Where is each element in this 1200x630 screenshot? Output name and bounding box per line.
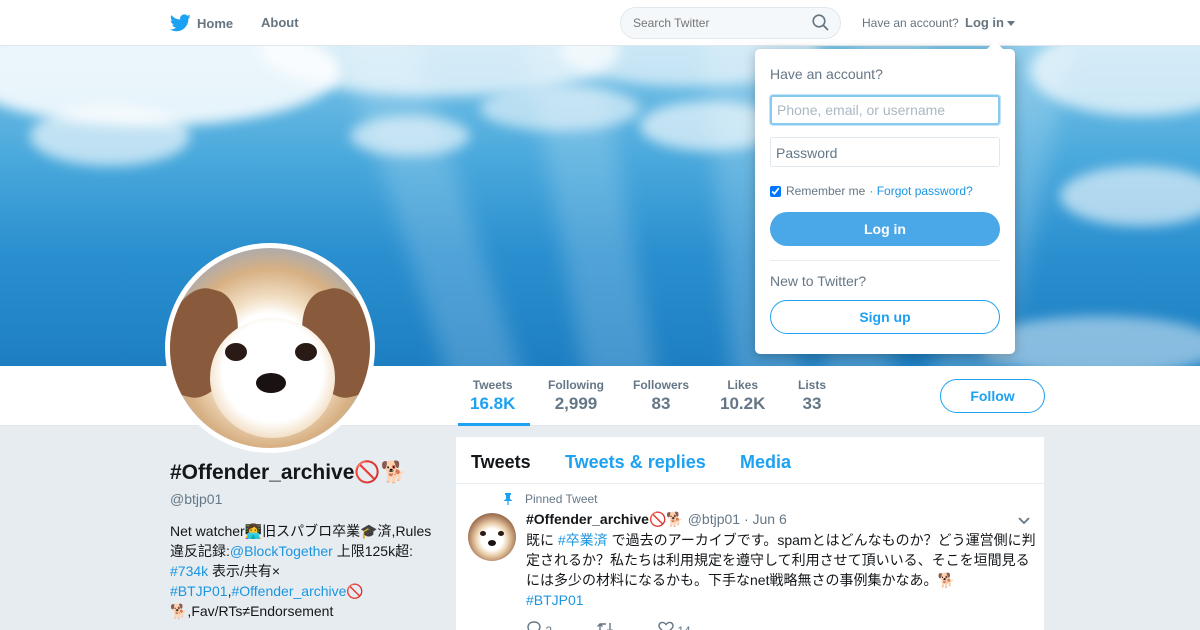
profile-name[interactable]: #Offender_archive🚫🐕 xyxy=(170,461,407,485)
home-link[interactable]: Home xyxy=(170,12,233,34)
about-link[interactable]: About xyxy=(261,15,299,30)
login-dropdown: Have an account? Password Remember me · … xyxy=(755,41,1015,354)
like-icon xyxy=(658,621,674,630)
tab-tweets[interactable]: Tweets xyxy=(471,452,531,473)
stat-likes[interactable]: Likes 10.2K xyxy=(720,378,765,414)
like-count: 14 xyxy=(677,624,690,630)
tweet-author-handle[interactable]: @btjp01 xyxy=(688,511,740,527)
stat-tweets[interactable]: Tweets 16.8K xyxy=(457,378,531,426)
stat-value: 33 xyxy=(802,394,822,413)
tweet-avatar[interactable] xyxy=(468,513,516,561)
login-dropdown-toggle[interactable]: Log in xyxy=(965,15,1015,30)
tweet-hashtag[interactable]: #卒業済 xyxy=(558,532,608,548)
follow-button[interactable]: Follow xyxy=(940,379,1045,413)
tweet-hashtag[interactable]: #BTJP01 xyxy=(526,592,584,608)
caret-down-icon xyxy=(1007,21,1015,27)
stat-label: Following xyxy=(548,378,604,392)
profile-bio: Net watcher👩‍💻旧スパブロ卒業🎓済,Rules 違反記録:@Bloc… xyxy=(170,521,432,621)
forgot-password-link[interactable]: · Forgot password? xyxy=(869,184,972,198)
bio-hashtag-offender-archive[interactable]: #Offender_archive xyxy=(231,583,346,599)
timeline: Tweets Tweets & replies Media Pinned Twe… xyxy=(456,437,1044,630)
profile-avatar[interactable] xyxy=(165,243,375,453)
pinned-tweet-label: Pinned Tweet xyxy=(525,492,598,506)
bio-text: 上限125k超: xyxy=(332,543,413,559)
tweet-header: #Offender_archive🚫🐕 @btjp01 · Jun 6 xyxy=(526,511,787,528)
profile-handle[interactable]: @btjp01 xyxy=(170,491,222,507)
remember-me-checkbox[interactable] xyxy=(770,185,781,197)
tweet-text: 既に #卒業済 で過去のアーカイブです。spamとはどんなものか？どう運営側に判… xyxy=(526,530,1036,610)
bio-hashtag-btjp01[interactable]: #BTJP01 xyxy=(170,583,228,599)
stat-label: Tweets xyxy=(472,378,513,392)
stat-lists[interactable]: Lists 33 xyxy=(798,378,826,414)
stat-label: Likes xyxy=(727,378,759,392)
tweet-date[interactable]: · Jun 6 xyxy=(744,511,787,527)
login-button[interactable]: Log in xyxy=(770,212,1000,246)
retweet-action[interactable] xyxy=(596,621,614,630)
reply-icon xyxy=(527,621,541,630)
reply-action[interactable]: 2 xyxy=(526,621,552,630)
divider xyxy=(770,260,1000,261)
new-to-twitter-text: New to Twitter? xyxy=(770,273,867,289)
signup-button[interactable]: Sign up xyxy=(770,300,1000,334)
stat-label: Followers xyxy=(633,378,690,392)
remember-me[interactable]: Remember me · Forgot password? xyxy=(770,184,973,198)
top-navigation-bar: Home About Have an account? Log in xyxy=(0,0,1200,46)
tab-tweets-replies[interactable]: Tweets & replies xyxy=(565,452,706,473)
stat-label: Lists xyxy=(798,378,827,392)
reply-count: 2 xyxy=(545,624,552,630)
twitter-bird-icon xyxy=(170,14,191,32)
tweet-author-name[interactable]: #Offender_archive🚫🐕 xyxy=(526,511,684,527)
timeline-tabs: Tweets Tweets & replies Media xyxy=(456,437,1044,484)
tweet-actions: 2 14 xyxy=(526,621,691,630)
stat-value: 83 xyxy=(651,394,671,413)
have-account-text: Have an account? xyxy=(862,16,959,30)
bio-link-blocktogether[interactable]: @BlockTogether xyxy=(230,543,333,559)
stat-value: 16.8K xyxy=(470,394,516,413)
login-dropdown-title: Have an account? xyxy=(770,66,883,82)
bio-text: 表示/共有× xyxy=(208,563,281,579)
stat-followers[interactable]: Followers 83 xyxy=(633,378,689,414)
search-input[interactable] xyxy=(620,7,841,39)
tab-media[interactable]: Media xyxy=(740,452,791,473)
login-toggle-label: Log in xyxy=(965,15,1004,30)
bio-hashtag-734k[interactable]: #734k xyxy=(170,563,208,579)
stat-following[interactable]: Following 2,999 xyxy=(548,378,604,414)
search-icon[interactable] xyxy=(812,14,829,31)
chevron-down-icon[interactable] xyxy=(1018,517,1030,525)
home-label: Home xyxy=(197,15,234,31)
tweet-text-part: 既に xyxy=(526,532,558,548)
remember-me-label: Remember me xyxy=(786,184,866,198)
retweet-icon xyxy=(597,623,614,630)
stat-value: 2,999 xyxy=(554,394,598,413)
stat-value: 10.2K xyxy=(720,394,766,413)
pin-icon xyxy=(504,493,512,505)
like-action[interactable]: 14 xyxy=(658,621,691,630)
password-label: Password xyxy=(776,145,838,161)
username-field[interactable] xyxy=(770,95,1000,125)
